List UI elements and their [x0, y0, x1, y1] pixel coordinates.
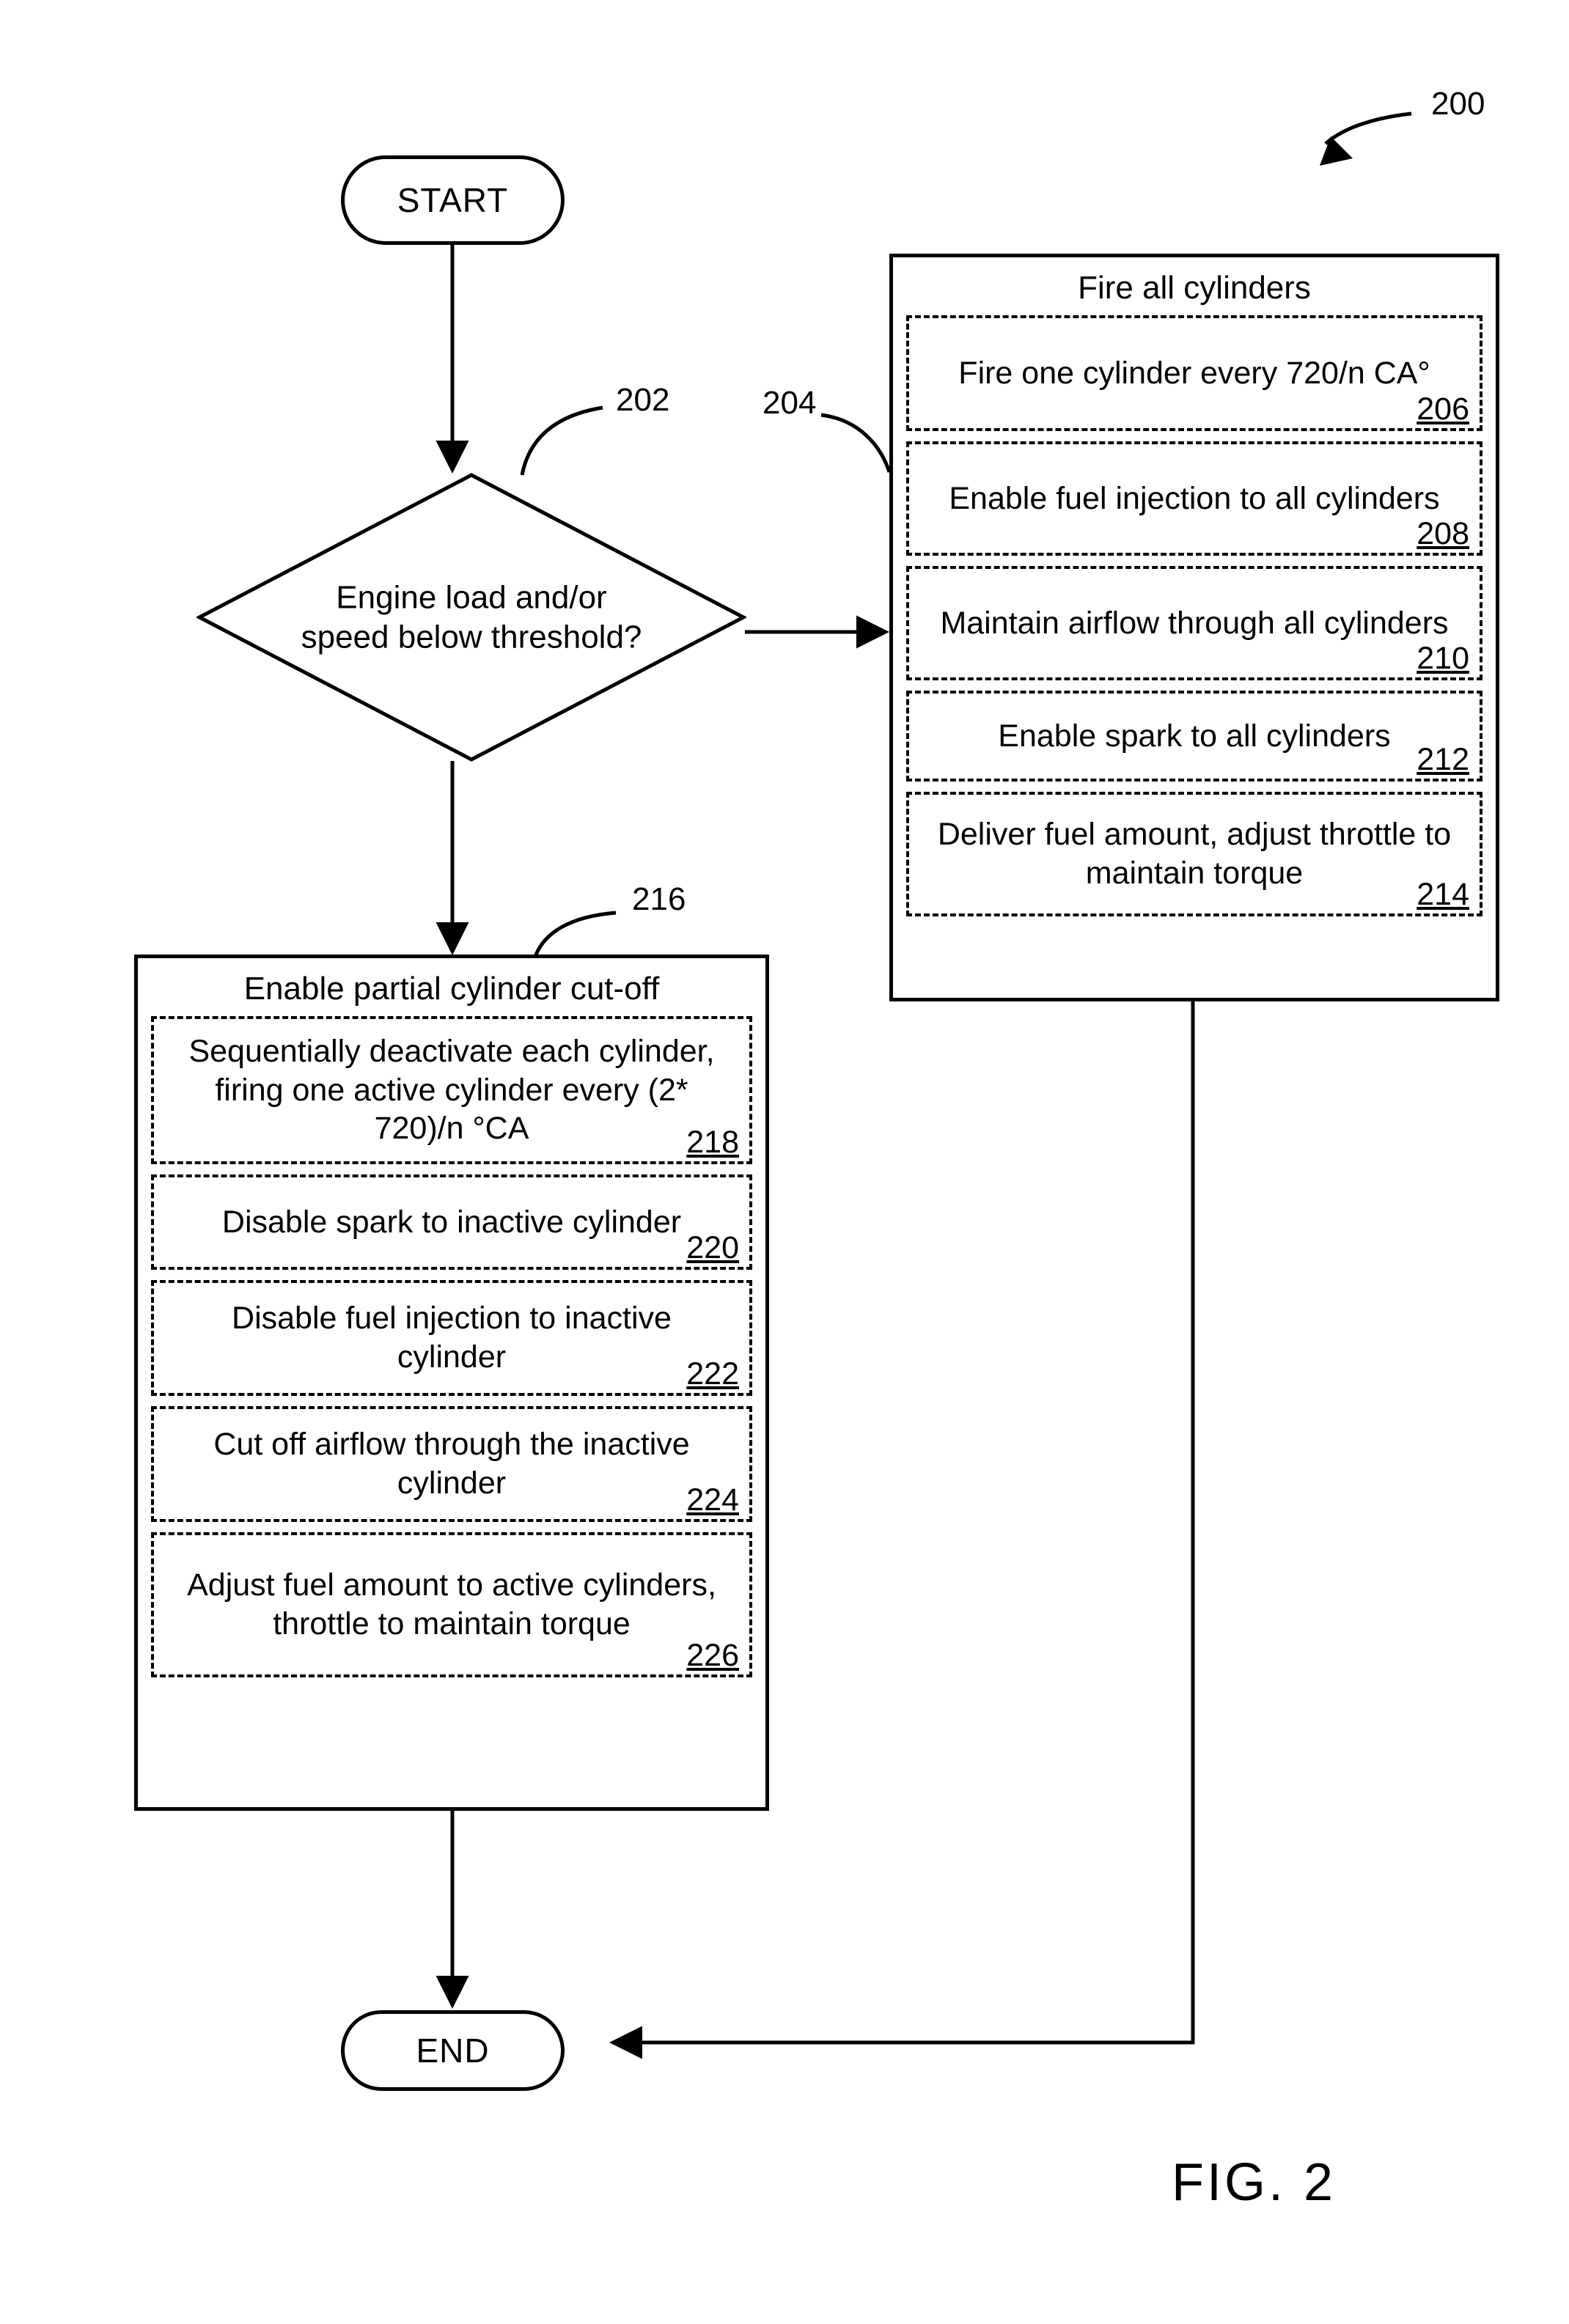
- leader-202: [520, 405, 603, 476]
- leader-204: [820, 413, 892, 473]
- fire-all-title: Fire all cylinders: [1078, 270, 1311, 306]
- substep-226-ref: 226: [686, 1637, 739, 1673]
- substep-222: Disable fuel injection to inactive cylin…: [151, 1279, 752, 1396]
- partial-cutoff-title: Enable partial cylinder cut-off: [243, 971, 660, 1007]
- substep-210-text: Maintain airflow through all cylinders: [940, 605, 1449, 641]
- decision-label-line2: speed below threshold?: [301, 619, 642, 655]
- decision-label: Engine load and/or speed below threshold…: [196, 578, 746, 656]
- substep-208: Enable fuel injection to all cylinders 2…: [906, 441, 1482, 556]
- substep-206-ref: 206: [1416, 391, 1469, 427]
- substep-220: Disable spark to inactive cylinder 220: [151, 1174, 752, 1270]
- leader-200-arrowhead: [1320, 136, 1353, 166]
- fire-all-cylinders-box: Fire all cylinders Fire one cylinder eve…: [889, 254, 1499, 1001]
- substep-206: Fire one cylinder every 720/n CA° 206: [906, 315, 1482, 431]
- figure-caption: FIG. 2: [1172, 2153, 1337, 2212]
- substep-226: Adjust fuel amount to active cylinders, …: [151, 1531, 752, 1677]
- substep-220-text: Disable spark to inactive cylinder: [221, 1204, 682, 1240]
- fire-all-substeps: Fire one cylinder every 720/n CA° 206 En…: [893, 315, 1496, 998]
- start-label: START: [397, 181, 509, 219]
- substep-214-ref: 214: [1416, 876, 1469, 912]
- substep-208-ref: 208: [1416, 515, 1469, 551]
- leader-200: [1324, 111, 1412, 145]
- substep-210-ref: 210: [1416, 640, 1469, 676]
- partial-cylinder-cutoff-box: Enable partial cylinder cut-off Sequenti…: [134, 955, 769, 1811]
- substep-214-text: Deliver fuel amount, adjust throttle to …: [937, 817, 1452, 891]
- substep-222-text: Disable fuel injection to inactive cylin…: [232, 1301, 672, 1375]
- figure-ref-200: 200: [1431, 86, 1485, 122]
- partial-cutoff-substeps: Sequentially deactivate each cylinder, f…: [138, 1015, 765, 1807]
- decision-ref-202: 202: [616, 382, 670, 418]
- substep-220-ref: 220: [686, 1229, 739, 1265]
- substep-214: Deliver fuel amount, adjust throttle to …: [906, 791, 1482, 916]
- substep-212-text: Enable spark to all cylinders: [998, 718, 1391, 754]
- figure-page: 200 START Engine load and/or speed below…: [0, 0, 1569, 2324]
- fire-all-ref-204: 204: [763, 385, 817, 421]
- substep-212-ref: 212: [1416, 741, 1469, 777]
- substep-226-text: Adjust fuel amount to active cylinders, …: [187, 1567, 716, 1641]
- substep-224-text: Cut off airflow through the inactive cyl…: [213, 1427, 690, 1501]
- start-node: START: [341, 155, 565, 245]
- substep-224-ref: 224: [686, 1482, 739, 1518]
- partial-cutoff-ref-216: 216: [632, 881, 686, 917]
- decision-node: Engine load and/or speed below threshold…: [196, 472, 746, 762]
- decision-label-line1: Engine load and/or: [336, 579, 607, 616]
- substep-218: Sequentially deactivate each cylinder, f…: [151, 1015, 752, 1164]
- substep-208-text: Enable fuel injection to all cylinders: [949, 480, 1440, 516]
- substep-212: Enable spark to all cylinders 212: [906, 690, 1482, 782]
- substep-218-text: Sequentially deactivate each cylinder, f…: [188, 1034, 715, 1147]
- end-label: END: [416, 2031, 490, 2070]
- substep-224: Cut off airflow through the inactive cyl…: [151, 1405, 752, 1522]
- substep-222-ref: 222: [686, 1356, 739, 1391]
- substep-206-text: Fire one cylinder every 720/n CA°: [958, 355, 1430, 391]
- substep-218-ref: 218: [686, 1124, 739, 1160]
- leader-216: [533, 911, 617, 957]
- end-node: END: [341, 2010, 565, 2091]
- substep-210: Maintain airflow through all cylinders 2…: [906, 565, 1482, 680]
